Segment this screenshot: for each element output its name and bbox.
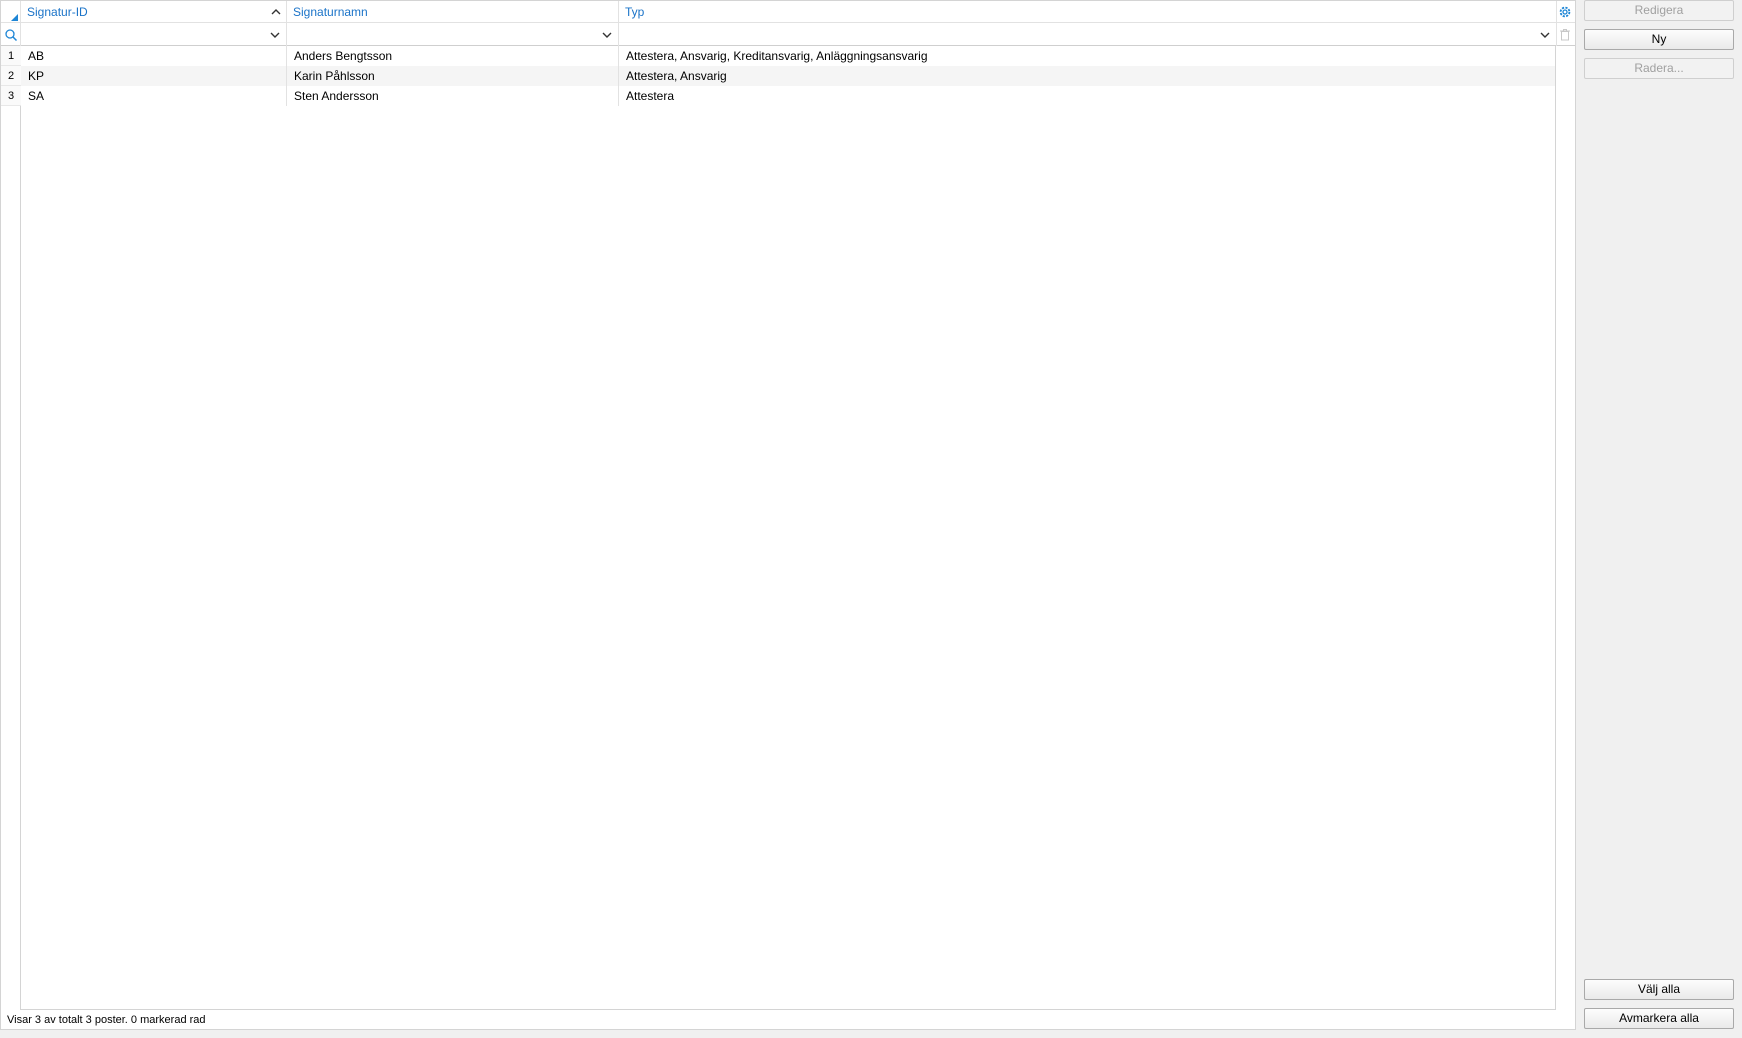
filter-signatur-id[interactable] bbox=[21, 23, 287, 46]
column-settings-gear-icon[interactable] bbox=[1555, 1, 1575, 23]
cell-signaturnamn[interactable]: Anders Bengtsson bbox=[287, 46, 619, 66]
chevron-down-icon[interactable] bbox=[602, 23, 612, 46]
filter-signaturnamn[interactable] bbox=[287, 23, 619, 46]
row-number[interactable]: 1 bbox=[1, 46, 21, 66]
cell-signaturnamn[interactable]: Sten Andersson bbox=[287, 86, 619, 106]
cell-signatur-id[interactable]: AB bbox=[21, 46, 287, 66]
deselect-all-button[interactable]: Avmarkera alla bbox=[1584, 1008, 1734, 1029]
cell-typ[interactable]: Attestera, Ansvarig, Kreditansvarig, Anl… bbox=[619, 46, 1557, 66]
table-row[interactable]: SA Sten Andersson Attestera bbox=[21, 86, 1557, 106]
column-header-signaturnamn[interactable]: Signaturnamn bbox=[287, 1, 619, 23]
filter-typ[interactable] bbox=[619, 23, 1557, 46]
clear-filter-trash-icon[interactable] bbox=[1555, 23, 1575, 46]
corner-triangle-icon bbox=[11, 14, 18, 21]
right-gutter bbox=[1555, 46, 1575, 1010]
data-grid: Signatur-ID Signaturnamn Typ 1 2 3 AB An… bbox=[0, 0, 1576, 1010]
row-number[interactable]: 3 bbox=[1, 86, 21, 106]
chevron-down-icon[interactable] bbox=[270, 23, 280, 46]
status-bar: Visar 3 av totalt 3 poster. 0 markerad r… bbox=[0, 1010, 1576, 1030]
table-row[interactable]: AB Anders Bengtsson Attestera, Ansvarig,… bbox=[21, 46, 1557, 66]
delete-button[interactable]: Radera... bbox=[1584, 58, 1734, 79]
grid-body: AB Anders Bengtsson Attestera, Ansvarig,… bbox=[21, 46, 1557, 1010]
signature-list-window: Signatur-ID Signaturnamn Typ 1 2 3 AB An… bbox=[0, 0, 1742, 1038]
column-header-typ[interactable]: Typ bbox=[619, 1, 1557, 23]
cell-signatur-id[interactable]: SA bbox=[21, 86, 287, 106]
table-row[interactable]: KP Karin Påhlsson Attestera, Ansvarig bbox=[21, 66, 1557, 86]
row-number-column: 1 2 3 bbox=[1, 46, 21, 1010]
cell-typ[interactable]: Attestera, Ansvarig bbox=[619, 66, 1557, 86]
row-number[interactable]: 2 bbox=[1, 66, 21, 86]
edit-button[interactable]: Redigera bbox=[1584, 0, 1734, 21]
cell-signatur-id[interactable]: KP bbox=[21, 66, 287, 86]
column-header-label: Signaturnamn bbox=[293, 5, 368, 19]
select-all-button[interactable]: Välj alla bbox=[1584, 979, 1734, 1000]
filter-search-icon bbox=[1, 23, 21, 46]
select-all-corner[interactable] bbox=[1, 1, 21, 23]
filter-row bbox=[1, 23, 1575, 46]
column-header-label: Signatur-ID bbox=[27, 5, 88, 19]
chevron-down-icon[interactable] bbox=[1540, 23, 1550, 46]
new-button[interactable]: Ny bbox=[1584, 29, 1734, 50]
cell-typ[interactable]: Attestera bbox=[619, 86, 1557, 106]
column-header-signatur-id[interactable]: Signatur-ID bbox=[21, 1, 287, 23]
grid-header-row: Signatur-ID Signaturnamn Typ bbox=[1, 1, 1575, 23]
column-header-label: Typ bbox=[625, 5, 645, 19]
sort-ascending-icon bbox=[271, 1, 281, 23]
cell-signaturnamn[interactable]: Karin Påhlsson bbox=[287, 66, 619, 86]
